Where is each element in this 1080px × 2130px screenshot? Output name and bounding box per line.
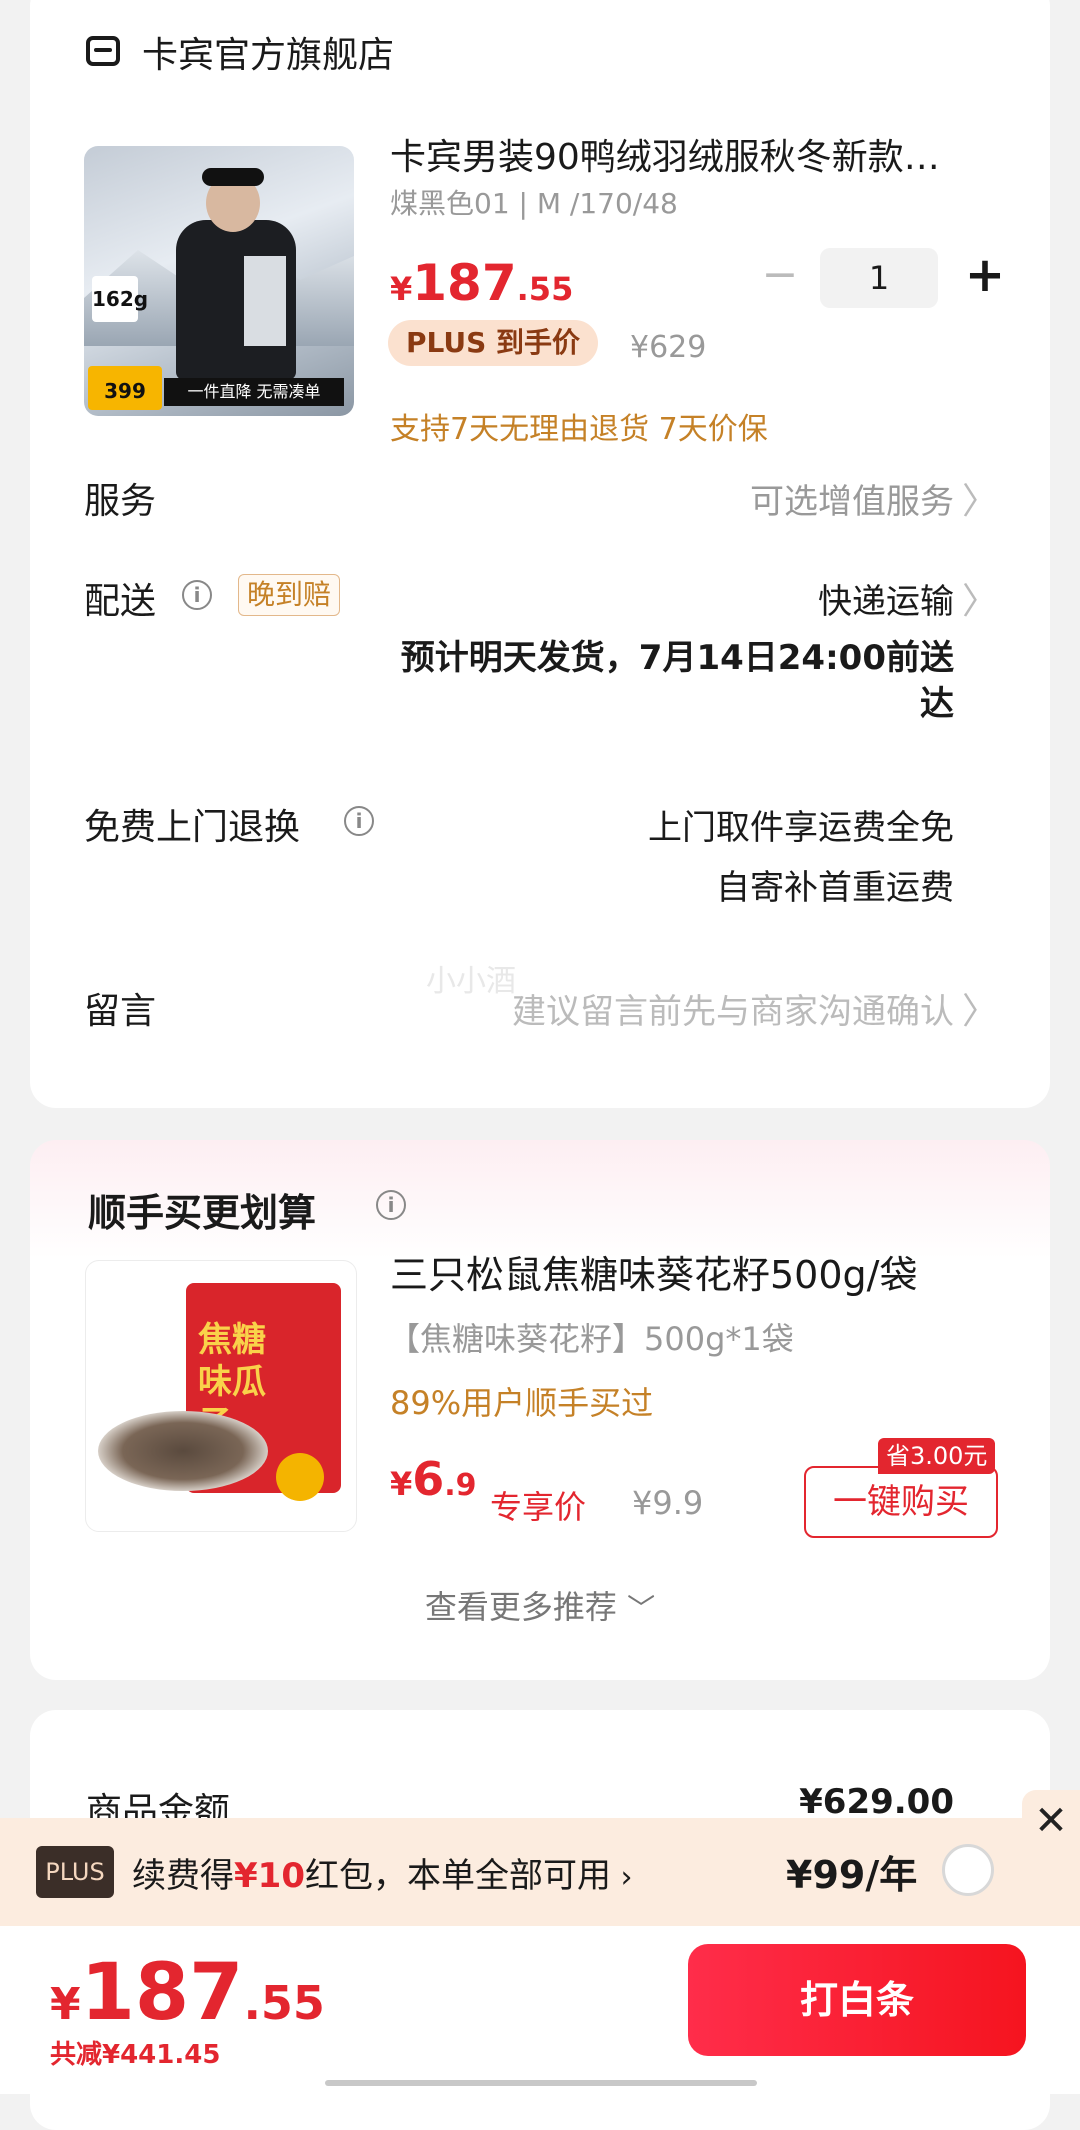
delivery-estimate-cont: 达 xyxy=(920,684,954,724)
delivery-estimate: 预计明天发货，7月14日24:00前送 xyxy=(400,638,954,678)
recommendation-image[interactable]: 焦糖味瓜子 xyxy=(85,1260,357,1532)
product-price: ¥187.55 xyxy=(390,254,574,312)
store-name[interactable]: 卡宾官方旗舰店 xyxy=(142,26,394,78)
delivery-info-icon[interactable]: i xyxy=(182,580,212,610)
recommendation-info-icon[interactable]: i xyxy=(376,1190,406,1220)
quantity-input[interactable]: 1 xyxy=(820,248,938,308)
recommendation-title: 顺手买更划算 xyxy=(88,1191,317,1235)
return-line-1: 上门取件享运费全免 xyxy=(648,808,954,848)
note-input[interactable]: 建议留言前先与商家沟通确认 xyxy=(512,984,954,1033)
service-label: 服务 xyxy=(84,481,157,522)
plus-promo-bar[interactable]: PLUS 续费得¥10红包，本单全部可用 › ¥99/年 xyxy=(0,1818,1080,1926)
service-value[interactable]: 可选增值服务 xyxy=(750,474,954,523)
recommendation-spec: 【焦糖味葵花籽】500g*1袋 xyxy=(388,1320,794,1358)
plus-price-badge: PLUS 到手价 xyxy=(388,320,599,366)
see-more-link[interactable]: 查看更多推荐 ﹀ xyxy=(30,1582,1050,1628)
return-line-2: 自寄补首重运费 xyxy=(716,868,954,908)
quantity-increase-button[interactable]: + xyxy=(960,250,1010,300)
save-badge: 省3.00元 xyxy=(878,1438,996,1474)
one-click-buy-button[interactable]: 一键购买 xyxy=(804,1466,998,1538)
return-label: 免费上门退换 xyxy=(84,807,301,848)
service-chevron-icon[interactable]: 〉 xyxy=(962,472,998,524)
chevron-right-icon: › xyxy=(610,1860,633,1895)
recommendation-name[interactable]: 三只松鼠焦糖味葵花籽500g/袋 xyxy=(390,1244,917,1299)
plus-promo-price: ¥99/年 xyxy=(786,1853,918,1897)
recommendation-original-price: ¥9.9 xyxy=(632,1484,704,1522)
note-chevron-icon[interactable]: 〉 xyxy=(962,982,998,1034)
guarantee-text: 支持7天无理由退货 7天价保 xyxy=(390,412,768,447)
product-image-price: 399 xyxy=(88,366,162,410)
delivery-label: 配送 xyxy=(84,581,157,622)
note-label: 留言 xyxy=(84,991,157,1032)
recommendation-price: ¥6.9 xyxy=(390,1452,477,1506)
close-icon[interactable]: ✕ xyxy=(1022,1790,1080,1852)
exclusive-price-label: 专享价 xyxy=(490,1488,587,1526)
product-image-banner: 一件直降 无需凑单 xyxy=(164,378,344,406)
home-indicator[interactable] xyxy=(325,2080,757,2086)
store-icon xyxy=(86,36,120,66)
product-image-tag: 162g xyxy=(92,276,148,322)
late-compensation-badge: 晚到赔 xyxy=(238,574,341,616)
plus-promo-radio[interactable] xyxy=(942,1844,994,1896)
total-price: ¥187.55 xyxy=(50,1948,325,2038)
total-discount: 共减¥441.45 xyxy=(50,2040,221,2070)
order-item-card: 卡宾官方旗舰店 162g 399 一件直降 无需凑单 卡宾男装90鸭绒羽绒服秋冬… xyxy=(30,0,1050,1108)
goods-amount-value: ¥629.00 xyxy=(799,1782,954,1822)
plus-logo: PLUS xyxy=(36,1846,114,1898)
delivery-chevron-icon[interactable]: 〉 xyxy=(962,572,998,624)
original-price: ¥629 xyxy=(630,330,707,365)
chevron-down-icon: ﹀ xyxy=(627,1592,656,1625)
recommendation-tip: 89%用户顺手买过 xyxy=(390,1384,654,1422)
see-more-label: 查看更多推荐 xyxy=(424,1588,617,1626)
delivery-method[interactable]: 快递运输 xyxy=(818,574,954,623)
product-title[interactable]: 卡宾男装90鸭绒羽绒服秋冬新款… xyxy=(390,128,990,180)
product-image[interactable]: 162g 399 一件直降 无需凑单 xyxy=(84,146,354,416)
checkout-bar: ¥187.55 共减¥441.45 打白条 xyxy=(0,1926,1080,2094)
product-spec[interactable]: 煤黑色01 | M /170/48 xyxy=(390,182,678,222)
watermark: 小小酒 xyxy=(426,964,516,999)
quantity-decrease-button[interactable]: − xyxy=(760,250,800,300)
recommendation-card: 顺手买更划算 i 焦糖味瓜子 三只松鼠焦糖味葵花籽500g/袋 【焦糖味葵花籽】… xyxy=(30,1140,1050,1680)
plus-promo-text[interactable]: 续费得¥10红包，本单全部可用 › xyxy=(132,1848,633,1897)
pay-button[interactable]: 打白条 xyxy=(688,1944,1026,2056)
return-info-icon[interactable]: i xyxy=(344,806,374,836)
